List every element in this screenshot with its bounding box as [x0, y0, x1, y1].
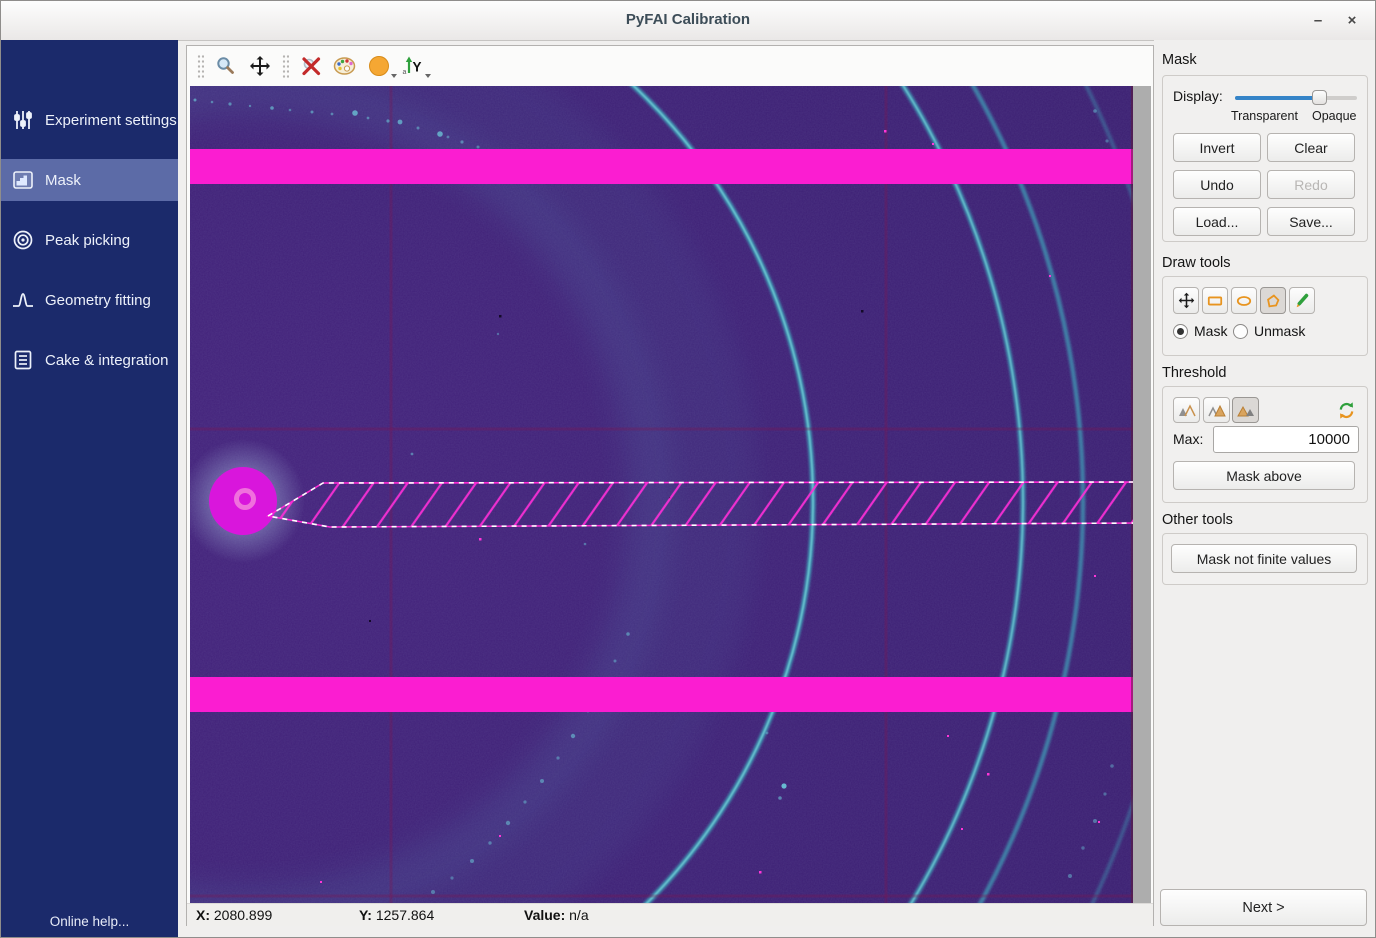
- mask-radio-label: Mask: [1194, 323, 1227, 339]
- peak-curve-icon: [11, 288, 35, 312]
- other-tools-title: Other tools: [1162, 512, 1233, 528]
- opaque-label: Opaque: [1312, 109, 1356, 123]
- plot-canvas[interactable]: [187, 86, 1153, 903]
- pencil-tool-icon[interactable]: [1289, 287, 1315, 314]
- integration-icon: [11, 348, 35, 372]
- display-slider-handle[interactable]: [1312, 90, 1327, 105]
- other-tools-groupbox: Mask not finite values: [1162, 533, 1368, 585]
- sidebar-item-geometry-fitting[interactable]: Geometry fitting: [1, 279, 178, 321]
- mask-above-icon[interactable]: [1232, 397, 1259, 423]
- mask-section-title: Mask: [1162, 52, 1197, 68]
- radio-dot: [1173, 324, 1188, 339]
- y-label: Y:: [359, 907, 372, 923]
- colormap-icon[interactable]: [331, 52, 359, 80]
- mask-color-swatch: [369, 56, 389, 76]
- x-value: 2080.899: [214, 907, 272, 923]
- diffraction-image[interactable]: [190, 86, 1133, 903]
- next-button[interactable]: Next >: [1160, 889, 1367, 926]
- ellipse-tool-icon[interactable]: [1231, 287, 1257, 314]
- app-window: PyFAI Calibration – × Experiment setting…: [0, 0, 1376, 938]
- x-label: X:: [196, 907, 210, 923]
- polygon-selection[interactable]: [268, 477, 1146, 527]
- mask-options-panel: Mask Display: Transparent Opaque Invert …: [1154, 40, 1375, 937]
- mask-between-icon[interactable]: [1203, 397, 1230, 423]
- invert-button[interactable]: Invert: [1173, 133, 1261, 162]
- draw-tools-title: Draw tools: [1162, 255, 1231, 271]
- clear-button[interactable]: Clear: [1267, 133, 1355, 162]
- sidebar-item-label: Mask: [45, 172, 81, 189]
- online-help-link[interactable]: Online help...: [1, 914, 178, 929]
- mask-band-top: [190, 149, 1133, 184]
- max-input[interactable]: [1213, 426, 1359, 453]
- sidebar-item-label: Cake & integration: [45, 352, 168, 369]
- plot-panel: a Y: [186, 45, 1154, 926]
- titlebar: PyFAI Calibration – ×: [1, 1, 1375, 41]
- mask-icon: [11, 168, 35, 192]
- value-value: n/a: [569, 907, 588, 923]
- sidebar-item-mask[interactable]: Mask: [1, 159, 178, 201]
- sliders-icon: [11, 108, 35, 132]
- cursor-value-readout: Value: n/a: [524, 907, 589, 923]
- mask-above-button[interactable]: Mask above: [1173, 461, 1355, 490]
- sidebar-nav: Experiment settings Mask: [1, 40, 178, 381]
- chevron-down-icon: [391, 74, 397, 78]
- transparent-label: Transparent: [1231, 109, 1298, 123]
- zoom-reset-icon[interactable]: [297, 52, 325, 80]
- y-axis-orientation-icon[interactable]: a Y: [399, 52, 427, 80]
- sidebar: Experiment settings Mask: [1, 40, 178, 937]
- load-button[interactable]: Load...: [1173, 207, 1261, 236]
- y-value: 1257.864: [376, 907, 434, 923]
- mask-not-finite-button[interactable]: Mask not finite values: [1171, 544, 1357, 573]
- chevron-down-icon: [425, 74, 431, 78]
- svg-text:a: a: [403, 69, 407, 76]
- pan-tool-icon[interactable]: [1173, 287, 1199, 314]
- cursor-y-readout: Y: 1257.864: [359, 907, 434, 923]
- toolbar-drag-handle[interactable]: [282, 54, 289, 78]
- plot-statusbar: X: 2080.899 Y: 1257.864 Value: n/a: [187, 903, 1153, 926]
- mask-below-icon[interactable]: [1173, 397, 1200, 423]
- sidebar-item-cake-integration[interactable]: Cake & integration: [1, 339, 178, 381]
- plot-toolbar: a Y: [187, 46, 1153, 86]
- unmask-radio[interactable]: Unmask: [1233, 323, 1305, 339]
- target-icon: [11, 228, 35, 252]
- threshold-title: Threshold: [1162, 365, 1226, 381]
- display-slider-fill: [1235, 96, 1320, 100]
- display-slider[interactable]: [1235, 90, 1357, 106]
- window-title: PyFAI Calibration: [1, 11, 1375, 28]
- rectangle-tool-icon[interactable]: [1202, 287, 1228, 314]
- mask-radio[interactable]: Mask: [1173, 323, 1227, 339]
- sidebar-item-label: Geometry fitting: [45, 292, 151, 309]
- save-button[interactable]: Save...: [1267, 207, 1355, 236]
- plot-gutter: [1133, 86, 1151, 903]
- zoom-icon[interactable]: [212, 52, 240, 80]
- refresh-icon[interactable]: [1333, 397, 1360, 423]
- draw-tools-groupbox: Mask Unmask: [1162, 276, 1368, 356]
- mask-groupbox: Display: Transparent Opaque Invert Clear…: [1162, 75, 1368, 242]
- unmask-radio-label: Unmask: [1254, 323, 1305, 339]
- redo-button[interactable]: Redo: [1267, 170, 1355, 199]
- sidebar-item-experiment-settings[interactable]: Experiment settings: [1, 99, 178, 141]
- svg-text:Y: Y: [413, 60, 422, 75]
- mask-color-icon[interactable]: [365, 52, 393, 80]
- sidebar-item-label: Peak picking: [45, 232, 130, 249]
- value-label: Value:: [524, 907, 565, 923]
- cursor-x-readout: X: 2080.899: [196, 907, 272, 923]
- max-label: Max:: [1173, 431, 1203, 447]
- polygon-tool-icon[interactable]: [1260, 287, 1286, 314]
- undo-button[interactable]: Undo: [1173, 170, 1261, 199]
- threshold-groupbox: Max: Mask above: [1162, 386, 1368, 503]
- radio-dot: [1233, 324, 1248, 339]
- pan-icon[interactable]: [246, 52, 274, 80]
- sidebar-item-label: Experiment settings: [45, 112, 177, 129]
- toolbar-drag-handle[interactable]: [197, 54, 204, 78]
- minimize-button[interactable]: –: [1305, 9, 1331, 33]
- close-button[interactable]: ×: [1339, 9, 1365, 33]
- beamstop-mask-circle: [209, 467, 277, 535]
- display-label: Display:: [1173, 88, 1223, 104]
- mask-band-bottom: [190, 677, 1133, 712]
- sidebar-item-peak-picking[interactable]: Peak picking: [1, 219, 178, 261]
